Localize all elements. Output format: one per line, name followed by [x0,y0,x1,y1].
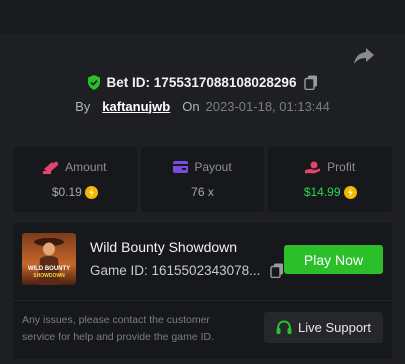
stat-value: $14.99 [303,185,341,199]
stat-label: Profit [327,160,356,174]
play-now-button[interactable]: Play Now [284,245,383,274]
coin-icon [343,185,357,199]
live-support-button[interactable]: Live Support [264,312,383,343]
game-thumbnail[interactable]: WILD BOUNTY SHOWDOWN [22,233,76,285]
bet-datetime: 2023-01-18, 01:13:44 [205,98,330,114]
bet-author-row: By kaftanujwb On 2023-01-18, 01:13:44 [0,96,405,116]
stat-label: Amount [65,160,107,174]
game-id-row: Game ID: 1615502343078... [90,263,284,278]
stat-amount: Amount $0.19 [13,147,137,212]
stat-value: 76 x [191,185,214,199]
on-label: On [182,98,200,114]
game-id-text: Game ID: 1615502343078... [90,263,261,278]
wallet-icon [173,161,189,173]
top-band [0,0,405,34]
stat-label: Payout [194,160,232,174]
game-card: WILD BOUNTY SHOWDOWN Wild Bounty Showdow… [13,223,392,359]
bet-id-row: Bet ID: 1755317088108028296 [0,71,405,93]
shield-check-icon [87,74,101,90]
bet-stats: Amount $0.19 Payout 76 x Profit $14.99 [13,147,393,212]
stat-payout: Payout 76 x [140,147,265,212]
coin-icon [84,185,98,199]
username-link[interactable]: kaftanujwb [102,99,170,114]
stat-value: $0.19 [51,185,82,199]
by-label: By [75,98,91,114]
divider [13,300,392,301]
support-help-text: Any issues, please contact the customer … [22,314,215,343]
share-icon[interactable] [353,46,375,66]
live-support-label: Live Support [298,320,371,335]
cash-icon [43,161,59,174]
bet-id-text: Bet ID: 1755317088108028296 [106,74,297,90]
thumb-title-line: WILD BOUNTY [28,266,70,272]
profit-hand-icon [305,161,321,174]
thumb-title-line: SHOWDOWN [33,273,65,279]
copy-icon[interactable] [270,263,284,278]
game-name: Wild Bounty Showdown [90,239,238,255]
copy-icon[interactable] [304,75,318,90]
headset-icon [276,320,292,335]
stat-profit: Profit $14.99 [268,147,393,212]
